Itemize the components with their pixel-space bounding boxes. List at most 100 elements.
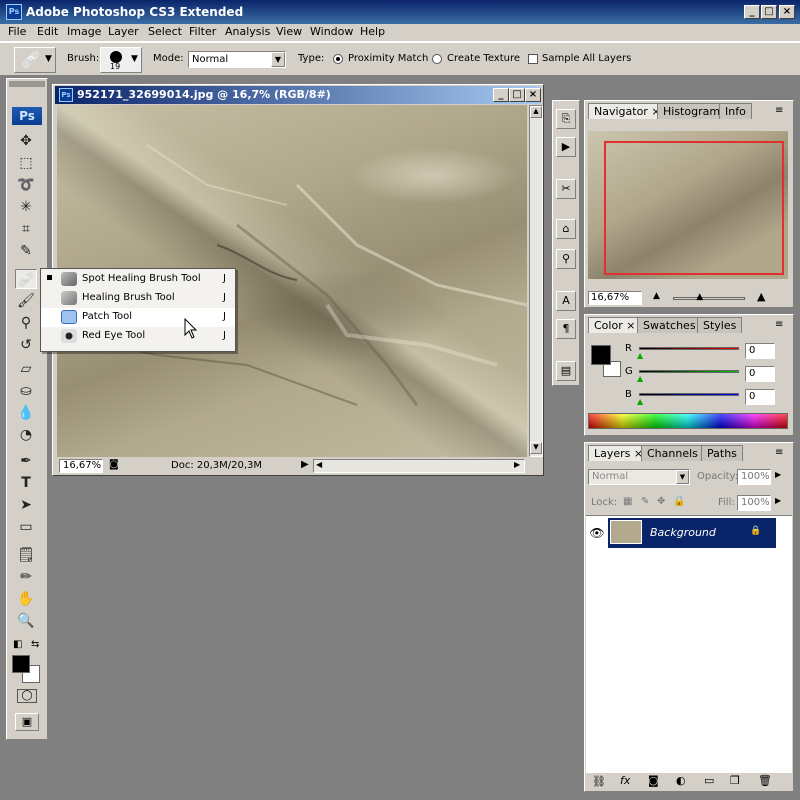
doc-maximize-button[interactable]: □: [509, 88, 525, 102]
type-icon[interactable]: T: [15, 473, 37, 493]
chevron-right-icon[interactable]: ▶: [775, 470, 781, 479]
horizontal-scrollbar[interactable]: ◀ ▶: [313, 459, 525, 473]
slider-thumb-icon[interactable]: ▲: [637, 374, 643, 383]
menu-window[interactable]: Window: [306, 25, 357, 38]
slider-thumb-icon[interactable]: ▲: [637, 351, 643, 360]
foreground-color-swatch[interactable]: [591, 345, 611, 365]
menu-edit[interactable]: Edit: [33, 25, 62, 38]
marquee-icon[interactable]: ⬚: [15, 153, 37, 173]
menu-help[interactable]: Help: [356, 25, 389, 38]
tab-swatches[interactable]: Swatches: [637, 317, 702, 333]
doc-zoom-field[interactable]: 16,67%: [59, 459, 103, 473]
paint-bucket-icon[interactable]: ⛀: [15, 381, 37, 401]
red-value-field[interactable]: 0: [745, 343, 775, 359]
navigator-zoom-thumb[interactable]: ▲: [696, 292, 703, 302]
eraser-icon[interactable]: ▱: [15, 359, 37, 379]
panel-menu-icon[interactable]: ≡: [775, 105, 783, 116]
menu-view[interactable]: View: [272, 25, 306, 38]
minimize-button[interactable]: _: [744, 5, 760, 19]
slice-icon[interactable]: ✎: [15, 241, 37, 261]
character-panel-icon[interactable]: A: [556, 291, 576, 311]
history-panel-icon[interactable]: ⎘: [556, 109, 576, 129]
status-menu-icon[interactable]: ◙: [109, 459, 119, 470]
slider-thumb-icon[interactable]: ▲: [637, 397, 643, 406]
zoom-in-icon[interactable]: ▲: [757, 290, 765, 303]
adjustment-icon[interactable]: ◐: [676, 774, 686, 787]
fill-field[interactable]: 100%: [737, 495, 771, 511]
tab-channels[interactable]: Channels: [641, 445, 704, 461]
navigator-view-box[interactable]: [604, 141, 784, 275]
menu-file[interactable]: File: [4, 25, 30, 38]
brush-icon[interactable]: 🖌: [15, 291, 37, 311]
sample-all-layers-checkbox[interactable]: [528, 54, 538, 64]
lock-transparency-icon[interactable]: ▦: [623, 496, 632, 507]
menu-filter[interactable]: Filter: [185, 25, 220, 38]
blue-value-field[interactable]: 0: [745, 389, 775, 405]
chevron-right-icon[interactable]: ▶: [775, 496, 781, 505]
tab-layers[interactable]: Layers ×: [588, 445, 650, 461]
lock-position-icon[interactable]: ✥: [657, 496, 665, 507]
clone-stamp-icon[interactable]: ⚲: [15, 313, 37, 333]
group-icon[interactable]: ▭: [704, 774, 714, 787]
tool-presets-icon[interactable]: ✂: [556, 179, 576, 199]
link-icon[interactable]: ⛓: [592, 775, 606, 788]
color-spectrum-bar[interactable]: [588, 413, 788, 429]
doc-close-button[interactable]: ×: [525, 88, 541, 102]
green-channel-slider[interactable]: [639, 370, 739, 373]
crop-icon[interactable]: ⌗: [15, 219, 37, 239]
toolbox-grip[interactable]: [9, 81, 45, 87]
magic-wand-icon[interactable]: ✳: [15, 197, 37, 217]
menu-analysis[interactable]: Analysis: [221, 25, 274, 38]
lasso-icon[interactable]: ➰: [15, 175, 37, 195]
document-title-bar[interactable]: Ps 952171_32699014.jpg @ 16,7% (RGB/8#) …: [55, 86, 541, 104]
layer-comps-icon[interactable]: ▤: [556, 361, 576, 381]
mode-select[interactable]: Normal ▼: [188, 51, 286, 68]
green-value-field[interactable]: 0: [745, 366, 775, 382]
tab-styles[interactable]: Styles: [697, 317, 743, 333]
hand-icon[interactable]: ✋: [15, 589, 37, 609]
new-layer-icon[interactable]: ❐: [730, 774, 740, 787]
paragraph-panel-icon[interactable]: ¶: [556, 319, 576, 339]
lock-all-icon[interactable]: 🔒: [673, 496, 685, 507]
brushes-panel-icon[interactable]: ⌂: [556, 219, 576, 239]
eye-visibility-icon[interactable]: 👁: [586, 518, 608, 548]
default-colors-icon[interactable]: ◧: [13, 639, 22, 650]
blend-mode-select[interactable]: Normal ▼: [588, 469, 690, 485]
scroll-right-icon[interactable]: ▶: [514, 460, 520, 469]
red-channel-slider[interactable]: [639, 347, 739, 350]
tab-histogram[interactable]: Histogram: [657, 103, 727, 119]
trash-icon[interactable]: 🗑: [758, 774, 772, 787]
zoom-icon[interactable]: 🔍: [15, 611, 37, 631]
close-button[interactable]: ×: [779, 5, 795, 19]
tool-preset-picker[interactable]: 🩹 ▼: [14, 47, 56, 73]
vertical-scrollbar[interactable]: ▲ ▼: [529, 105, 543, 457]
scroll-up-icon[interactable]: ▲: [530, 106, 542, 118]
clone-source-icon[interactable]: ⚲: [556, 249, 576, 269]
healing-brush-icon[interactable]: 🩹: [15, 269, 37, 289]
status-arrow-icon[interactable]: ▶: [301, 459, 309, 470]
scroll-left-icon[interactable]: ◀: [316, 460, 322, 469]
opacity-field[interactable]: 100%: [737, 469, 771, 485]
navigator-zoom-slider[interactable]: [673, 297, 745, 300]
flyout-item-patch[interactable]: Patch Tool J: [41, 308, 235, 327]
foreground-color-swatch[interactable]: [12, 655, 30, 673]
rectangle-icon[interactable]: ▭: [15, 517, 37, 537]
blur-icon[interactable]: 💧: [15, 403, 37, 423]
menu-select[interactable]: Select: [144, 25, 186, 38]
dodge-icon[interactable]: ◔: [15, 425, 37, 445]
mask-icon[interactable]: ◙: [648, 774, 659, 787]
panel-menu-icon[interactable]: ≡: [775, 447, 783, 458]
ps-logo[interactable]: Ps: [12, 107, 42, 125]
tab-navigator[interactable]: Navigator ×: [588, 103, 667, 119]
tab-color[interactable]: Color ×: [588, 317, 642, 333]
brush-picker[interactable]: 19 ▼: [100, 47, 142, 73]
tab-paths[interactable]: Paths: [701, 445, 743, 461]
navigator-thumbnail[interactable]: [588, 131, 788, 279]
screen-mode-icon[interactable]: ▣: [15, 713, 39, 731]
fx-icon[interactable]: fx: [620, 774, 630, 787]
blue-channel-slider[interactable]: [639, 393, 739, 396]
radio-proximity-match[interactable]: [333, 54, 343, 64]
notes-icon[interactable]: 🗒: [15, 545, 37, 565]
move-icon[interactable]: ✥: [15, 131, 37, 151]
pen-icon[interactable]: ✒: [15, 451, 37, 471]
